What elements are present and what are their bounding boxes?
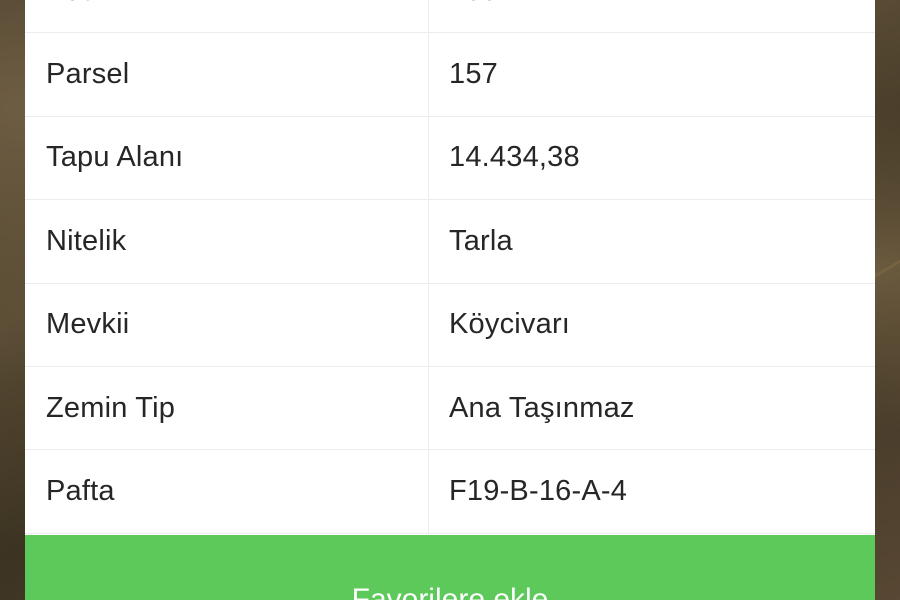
row-label: Nitelik: [25, 200, 429, 283]
row-label: Pafta: [25, 450, 429, 533]
parcel-info-sheet: Ada 159 Parsel 157 Tapu Alanı 14.434,38 …: [25, 0, 875, 600]
table-row-ada: Ada 159: [25, 0, 875, 34]
table-row-tapu-alani: Tapu Alanı 14.434,38: [25, 116, 875, 201]
row-value: 157: [449, 58, 498, 91]
table-row-parsel: Parsel 157: [25, 33, 875, 117]
row-value: Köycivarı: [449, 308, 571, 341]
row-label: Zemin Tip: [25, 366, 429, 450]
row-value: Tarla: [449, 224, 513, 257]
parcel-info-table: Ada 159 Parsel 157 Tapu Alanı 14.434,38 …: [25, 0, 875, 534]
row-value: Ana Taşınmaz: [449, 391, 635, 424]
add-to-favorites-button[interactable]: Favorilere ekle: [25, 535, 875, 600]
table-row-mevkii: Mevkii Köycivarı: [25, 283, 875, 367]
row-label: Ada: [25, 0, 429, 33]
row-label: Tapu Alanı: [25, 116, 429, 200]
table-row-pafta: Pafta F19-B-16-A-4: [25, 450, 875, 534]
row-label: Parsel: [25, 33, 429, 116]
row-value: 14.434,38: [449, 141, 580, 174]
row-label: Mevkii: [25, 283, 429, 366]
table-row-zemin-tip: Zemin Tip Ana Taşınmaz: [25, 366, 875, 451]
row-value: 159: [429, 0, 875, 32]
table-row-nitelik: Nitelik Tarla: [25, 200, 875, 284]
row-value: F19-B-16-A-4: [449, 475, 628, 508]
